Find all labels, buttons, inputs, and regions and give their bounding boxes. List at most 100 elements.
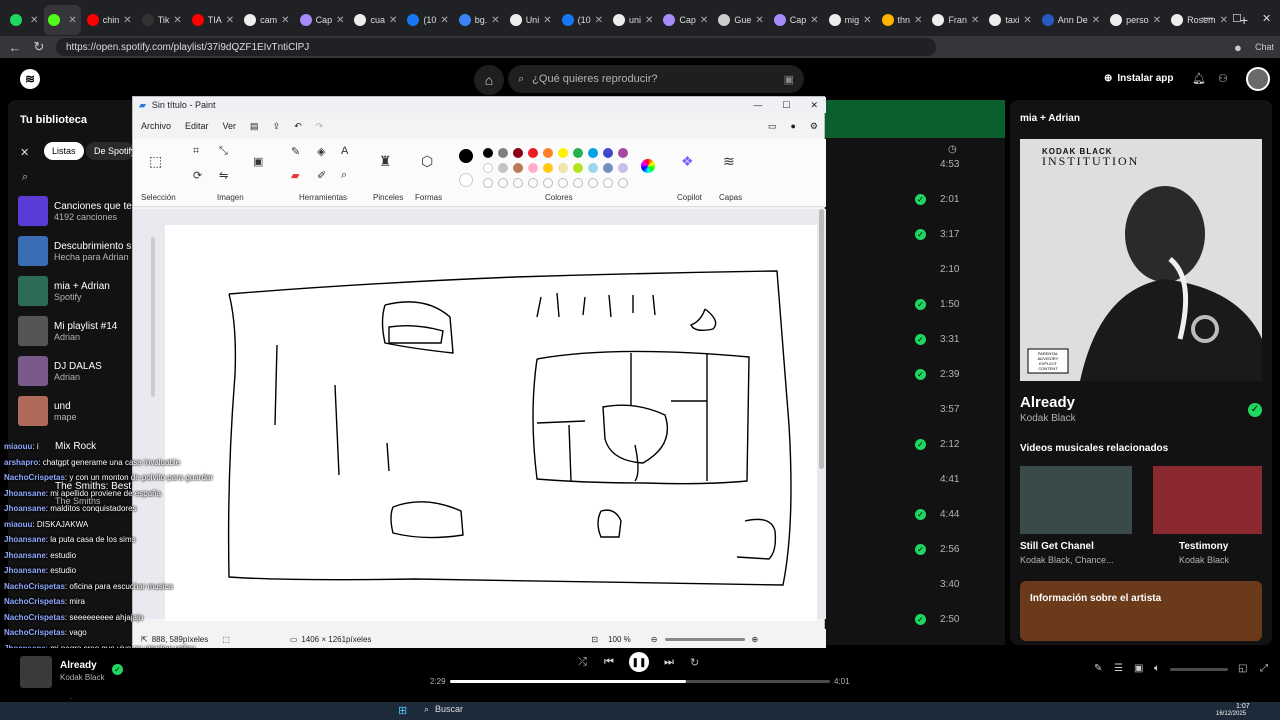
browser-tab[interactable]: Gue ✕ [714,5,767,35]
friends-icon[interactable]: ⚇ [1218,72,1228,85]
palette-color-swatch[interactable] [558,163,568,173]
previous-icon[interactable]: ⏮︎ [604,656,614,669]
browser-tab[interactable]: Cap ✕ [296,5,349,35]
home-icon[interactable]: ⌂ [474,65,504,95]
custom-color-slot[interactable] [588,178,598,188]
repeat-icon[interactable]: ↻ [690,656,699,669]
avatar[interactable] [1246,67,1270,91]
filter-lists-chip[interactable]: Listas [44,142,84,160]
taskbar-search[interactable]: ⌕ Buscar [424,704,463,715]
track-row[interactable]: ✓ 2:39 [915,369,959,380]
brushes-icon[interactable]: ♜ [379,153,392,170]
track-row[interactable]: ✓ 1:50 [915,299,959,310]
browser-tab[interactable]: uni ✕ [609,5,657,35]
tab-close-icon[interactable]: ✕ [971,15,979,26]
comment-icon[interactable]: ▭ [768,121,777,132]
close-window-icon[interactable]: ✕ [1262,12,1271,25]
palette-color-swatch[interactable] [528,148,538,158]
text-icon[interactable]: A [341,145,348,157]
palette-color-swatch[interactable] [618,163,628,173]
palette-color-swatch[interactable] [543,148,553,158]
layers-icon[interactable]: ≋ [723,153,735,170]
install-app-button[interactable]: ⊕ Instalar app [1104,73,1174,84]
saved-check-icon[interactable]: ✓ [915,194,926,205]
undo-icon[interactable]: ↶ [294,121,302,132]
palette-color-swatch[interactable] [498,163,508,173]
artist-info-card[interactable] [1020,581,1262,641]
spotify-logo-icon[interactable]: ≋ [20,69,40,89]
library-item[interactable]: Descubrimiento s Hecha para Adrian [18,236,131,266]
mini-artist[interactable]: Kodak Black [60,673,104,682]
back-icon[interactable]: ← [8,40,22,55]
song-artist[interactable]: Kodak Black [1020,413,1076,424]
palette-color-swatch[interactable] [498,148,508,158]
palette-color-swatch[interactable] [558,148,568,158]
track-row[interactable]: 4:53 [915,159,959,170]
browser-tab[interactable]: bg. ✕ [455,5,504,35]
close-filter-icon[interactable]: ✕ [20,146,29,159]
flip-icon[interactable]: ⇋ [219,169,228,182]
track-row[interactable]: ✓ 2:56 [915,544,959,555]
video-thumbnail[interactable] [1153,466,1262,534]
track-row[interactable]: ✓ 2:01 [915,194,959,205]
maximize-window-icon[interactable]: ☐ [1232,12,1242,25]
library-item[interactable]: mia + Adrian Spotify [18,276,110,306]
track-row[interactable]: ✓ 2:12 [915,439,959,450]
saved-check-icon[interactable]: ✓ [1248,403,1262,417]
drawing-canvas[interactable] [165,225,817,621]
selection-icon[interactable]: ⬚ [149,153,162,170]
devices-icon[interactable]: ▣ [1134,663,1143,674]
library-item[interactable]: Canciones que te 4192 canciones [18,196,132,226]
browser-tab[interactable]: Cap ✕ [770,5,823,35]
track-row[interactable]: ✓ 3:31 [915,334,959,345]
volume-icon[interactable]: 🔈︎ [1154,663,1160,674]
menu-archivo[interactable]: Archivo [141,121,171,131]
shuffle-icon[interactable]: ⤮ [578,656,587,669]
crop-icon[interactable]: ⌗ [193,145,199,158]
tab-close-icon[interactable]: ✕ [30,15,38,26]
track-row[interactable]: 3:57 [915,404,959,415]
palette-color-swatch[interactable] [588,163,598,173]
custom-color-slot[interactable] [528,178,538,188]
track-row[interactable]: ✓ 3:17 [915,229,959,240]
library-search-icon[interactable]: ⌕ [22,171,28,184]
tab-close-icon[interactable]: ✕ [810,15,818,26]
saved-check-icon[interactable] [915,159,926,170]
saved-check-icon[interactable]: ✓ [915,614,926,625]
browser-tab[interactable]: Rosem ✕ [1167,5,1232,35]
tab-close-icon[interactable]: ✕ [914,15,922,26]
mini-player-icon[interactable]: ◱ [1238,663,1247,674]
track-row[interactable]: 4:41 [915,474,959,485]
resize-icon[interactable]: ⤡ [219,145,228,158]
custom-color-slot[interactable] [483,178,493,188]
custom-color-slot[interactable] [558,178,568,188]
filter-spotify-chip[interactable]: De Spotify [86,142,134,160]
browser-tab[interactable]: cam ✕ [240,5,293,35]
volume-slider[interactable] [1170,668,1228,671]
palette-color-swatch[interactable] [513,148,523,158]
minimize-window-icon[interactable]: — [1202,12,1213,24]
saved-check-icon[interactable]: ✓ [915,229,926,240]
saved-check-icon[interactable]: ✓ [915,509,926,520]
browser-tab[interactable]: Cap ✕ [659,5,712,35]
palette-color-swatch[interactable] [528,163,538,173]
custom-color-slot[interactable] [573,178,583,188]
custom-color-slot[interactable] [618,178,628,188]
album-cover[interactable]: KODAK BLACK INSTITUTION PARENTAL ADVISOR… [1020,139,1262,381]
saved-check-icon[interactable]: ✓ [915,544,926,555]
menu-editar[interactable]: Editar [185,121,209,131]
edit-colors-icon[interactable] [641,159,655,173]
zoom-level[interactable]: 100 % [608,635,631,644]
paint-maximize-icon[interactable]: ☐ [782,100,790,111]
tab-close-icon[interactable]: ✕ [123,15,131,26]
settings-gear-icon[interactable]: ⚙ [810,121,818,132]
palette-color-swatch[interactable] [618,148,628,158]
tab-close-icon[interactable]: ✕ [1220,15,1228,26]
track-row[interactable]: ✓ 2:50 [915,614,959,625]
copilot-icon[interactable]: ❖ [681,153,694,170]
secondary-color-swatch[interactable] [459,173,473,187]
tab-close-icon[interactable]: ✕ [1023,15,1031,26]
track-row[interactable]: ✓ 4:44 [915,509,959,520]
tab-close-icon[interactable]: ✕ [595,15,603,26]
tab-close-icon[interactable]: ✕ [863,15,871,26]
